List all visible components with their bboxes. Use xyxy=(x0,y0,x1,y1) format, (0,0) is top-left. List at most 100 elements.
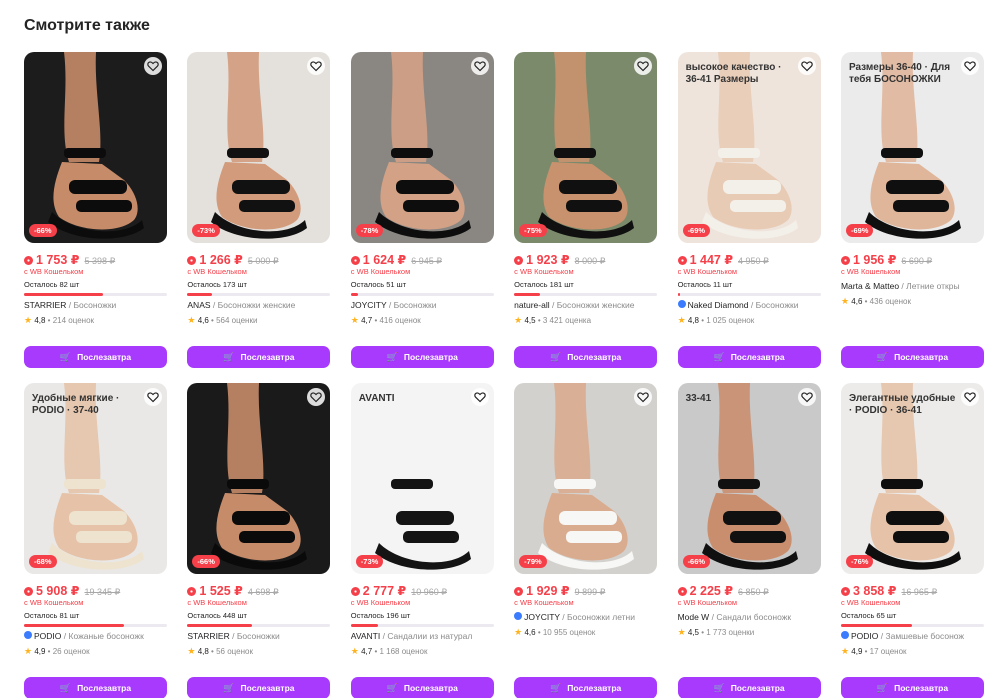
brand-name: STARRIER xyxy=(24,300,67,310)
favorite-heart-icon[interactable] xyxy=(470,388,489,406)
favorite-heart-icon[interactable] xyxy=(470,57,489,75)
brand-line[interactable]: PODIO / Замшевые босонож xyxy=(840,631,984,642)
brand-name: PODIO xyxy=(34,631,62,641)
product-card[interactable]: -78% 1 624 ₽ 6 945 ₽ с WB Кошельком Осталось… xyxy=(350,52,494,368)
product-card[interactable]: -75% 1 923 ₽ 8 000 ₽ с WB Кошельком Осталось… xyxy=(514,52,658,368)
product-image[interactable]: высокое качество · 36-41 Размеры -69% xyxy=(677,52,821,243)
delivery-add-to-cart-button[interactable]: 🛒 Послезавтра xyxy=(187,677,331,698)
product-image[interactable]: -78% xyxy=(350,52,494,243)
wb-wallet-icon xyxy=(187,587,197,596)
delivery-add-to-cart-button[interactable]: 🛒 Послезавтра xyxy=(840,677,984,698)
delivery-add-to-cart-button[interactable]: 🛒 Послезавтра xyxy=(24,677,167,698)
favorite-heart-icon[interactable] xyxy=(960,57,979,75)
wallet-label: с WB Кошельком xyxy=(24,598,84,607)
wallet-label: с WB Кошельком xyxy=(514,267,574,276)
product-card[interactable]: Элегантные удобные · PODIO · 36-41 -76% 3 … xyxy=(840,383,984,698)
brand-name: JOYCITY xyxy=(350,300,387,310)
button-label: Послезавтра xyxy=(567,683,622,693)
price: 1 956 ₽ xyxy=(852,253,897,267)
price-row: 1 753 ₽ 5 398 ₽ xyxy=(24,252,167,267)
sandal-illustration xyxy=(211,383,308,570)
brand-line[interactable]: STARRIER / Босоножки xyxy=(187,631,330,642)
discount-badge: -76% xyxy=(845,555,874,568)
cart-icon: 🛒 xyxy=(223,682,235,693)
brand-line[interactable]: Marta & Matteo / Летние откры xyxy=(841,281,984,292)
product-image[interactable]: -79% xyxy=(514,383,658,574)
stock-remaining: Осталось 82 шт xyxy=(24,280,80,289)
delivery-add-to-cart-button[interactable]: 🛒 Послезавтра xyxy=(350,346,494,368)
product-card[interactable]: -66% 1 753 ₽ 5 398 ₽ с WB Кошельком Осталось… xyxy=(24,52,167,368)
star-icon: ★ xyxy=(350,315,359,325)
rating-value: 4,6 xyxy=(851,297,863,306)
product-card[interactable]: Размеры 36-40 · Для тебя БОСОНОЖКИ -69% 1 … xyxy=(840,52,984,368)
delivery-add-to-cart-button[interactable]: 🛒 Послезавтра xyxy=(350,677,494,698)
wallet-label: с WB Кошельком xyxy=(840,267,901,276)
brand-line[interactable]: Mode W / Сандали босоножк xyxy=(678,612,821,623)
product-image[interactable]: -73% xyxy=(187,52,331,243)
product-image[interactable]: -66% xyxy=(187,383,331,574)
product-card[interactable]: Удобные мягкие · PODIO · 37-40 -68% 5 908 … xyxy=(24,383,167,698)
brand-line[interactable]: STARRIER / Босоножки xyxy=(24,300,167,311)
dot-separator: • xyxy=(535,628,543,637)
brand-line[interactable]: nature-all / Босоножки женские xyxy=(514,300,657,311)
product-image[interactable]: 33-41 -66% xyxy=(677,383,821,574)
product-card[interactable]: высокое качество · 36-41 Размеры -69% 1 44… xyxy=(677,52,821,368)
product-card[interactable]: AVANTI -73% 2 777 ₽ 10 960 ₽ с WB Кошельком О… xyxy=(350,383,494,698)
wb-wallet-icon xyxy=(677,256,687,265)
delivery-add-to-cart-button[interactable]: 🛒 Послезавтра xyxy=(677,677,821,698)
reviews-count: 26 оценок xyxy=(52,647,90,656)
favorite-heart-icon[interactable] xyxy=(960,388,979,406)
rating: ★ 4,8 • 56 оценок xyxy=(187,646,330,656)
sandal-illustration xyxy=(48,52,144,239)
dot-separator: • xyxy=(862,297,870,306)
delivery-add-to-cart-button[interactable]: 🛒 Послезавтра xyxy=(840,346,984,368)
favorite-heart-icon[interactable] xyxy=(797,388,816,406)
brand-line[interactable]: AVANTI / Сандалии из натурал xyxy=(351,631,494,642)
product-image[interactable]: -66% xyxy=(24,52,167,243)
delivery-add-to-cart-button[interactable]: 🛒 Послезавтра xyxy=(514,346,658,368)
product-card[interactable]: -66% 1 525 ₽ 4 698 ₽ с WB Кошельком Осталось… xyxy=(187,383,331,698)
delivery-add-to-cart-button[interactable]: 🛒 Послезавтра xyxy=(24,346,167,368)
stock-bar xyxy=(350,624,494,627)
rating: ★ 4,5 • 1 773 оценки xyxy=(678,627,821,637)
rating-value: 4,8 xyxy=(687,316,699,325)
product-image[interactable]: AVANTI -73% xyxy=(350,383,494,574)
stock-bar xyxy=(24,293,167,296)
star-icon: ★ xyxy=(350,646,359,656)
favorite-heart-icon[interactable] xyxy=(634,57,653,75)
favorite-heart-icon[interactable] xyxy=(634,388,653,406)
delivery-add-to-cart-button[interactable]: 🛒 Послезавтра xyxy=(514,677,658,698)
price-row: 3 858 ₽ 16 965 ₽ xyxy=(840,583,984,598)
brand-line[interactable]: Naked Diamond / Босоножки xyxy=(677,300,821,311)
delivery-add-to-cart-button[interactable]: 🛒 Послезавтра xyxy=(187,346,331,368)
wb-wallet-icon xyxy=(514,256,524,265)
favorite-heart-icon[interactable] xyxy=(144,388,162,406)
product-card[interactable]: -73% 1 266 ₽ 5 000 ₽ с WB Кошельком Осталось… xyxy=(187,52,331,368)
product-image[interactable]: Удобные мягкие · PODIO · 37-40 -68% xyxy=(24,383,167,574)
wb-wallet-icon xyxy=(24,587,33,596)
product-image[interactable]: Элегантные удобные · PODIO · 36-41 -76% xyxy=(840,383,984,574)
favorite-heart-icon[interactable] xyxy=(797,57,816,75)
stock-bar xyxy=(677,293,821,296)
wallet-label: с WB Кошельком xyxy=(350,598,411,607)
product-image[interactable]: Размеры 36-40 · Для тебя БОСОНОЖКИ -69% xyxy=(840,52,984,243)
product-image[interactable]: -75% xyxy=(514,52,658,243)
category-name: Босоножки xyxy=(236,631,280,641)
brand-line[interactable]: JOYCITY / Босоножки летни xyxy=(514,612,657,623)
price: 1 624 ₽ xyxy=(362,253,407,267)
favorite-heart-icon[interactable] xyxy=(144,57,162,75)
brand-name: AVANTI xyxy=(350,631,381,641)
category-name: Сандали босоножк xyxy=(716,612,792,622)
discount-badge: -73% xyxy=(355,555,384,568)
price: 2 777 ₽ xyxy=(362,584,407,598)
reviews-count: 56 оценок xyxy=(216,647,253,656)
favorite-heart-icon[interactable] xyxy=(307,388,326,406)
rating: ★ 4,6 • 10 955 оценок xyxy=(514,627,657,637)
brand-line[interactable]: JOYCITY / Босоножки xyxy=(351,300,494,311)
favorite-heart-icon[interactable] xyxy=(307,57,326,75)
product-card[interactable]: -79% 1 929 ₽ 9 899 ₽ с WB Кошельком JOYCITY … xyxy=(514,383,658,698)
brand-line[interactable]: ANAS / Босоножки женские xyxy=(187,300,330,311)
delivery-add-to-cart-button[interactable]: 🛒 Послезавтра xyxy=(677,346,821,368)
product-card[interactable]: 33-41 -66% 2 225 ₽ 6 850 ₽ с WB Кошельком Mod… xyxy=(677,383,821,698)
brand-line[interactable]: PODIO / Кожаные босоножк xyxy=(24,631,167,642)
